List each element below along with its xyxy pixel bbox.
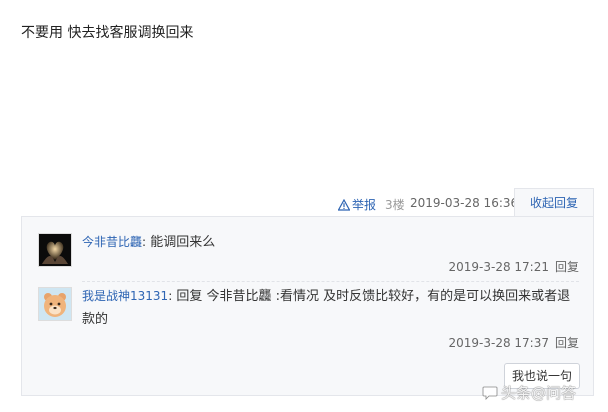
reply-username[interactable]: 今非昔比龘 [82, 235, 142, 249]
reply-username[interactable]: 我是战神13131 [82, 289, 168, 303]
post-time: 2019-03-28 16:36 [410, 196, 519, 210]
collapse-reply-button[interactable]: 收起回复 [514, 188, 594, 216]
reply-divider [82, 281, 579, 282]
reply-time: 2019-3-28 17:37 [448, 336, 549, 350]
reply-time: 2019-3-28 17:21 [448, 260, 549, 274]
post-content: 不要用 快去找客服调换回来 [21, 25, 194, 41]
report-label: 举报 [352, 198, 377, 212]
reply-panel: 今非昔比龘: 能调回来么 2019-3-28 17:21 回复 我是战神13131… [21, 216, 594, 396]
reply-item: 我是战神13131: 回复 今非昔比龘 :看情况 及时反馈比较好，有的是可以换回… [82, 285, 582, 331]
reply-meta: 2019-3-28 17:21 回复 [448, 258, 579, 275]
reply-word: 回复 [172, 289, 207, 304]
reply-meta: 2019-3-28 17:37 回复 [448, 334, 579, 351]
reply-to-username[interactable]: 今非昔比龘 [207, 289, 272, 304]
warning-icon [338, 199, 350, 211]
avatar[interactable] [38, 287, 72, 321]
reply-button[interactable]: 回复 [555, 336, 579, 350]
cartoon-bear-avatar-image [39, 288, 71, 320]
post-meta-bar: 举报 3楼 2019-03-28 16:36 收起回复 [0, 188, 608, 216]
reply-item: 今非昔比龘: 能调回来么 [82, 231, 562, 254]
watermark-text: 头条@问答 [501, 384, 577, 402]
reply-button[interactable]: 回复 [555, 260, 579, 274]
watermark: 头条@问答 [482, 382, 576, 403]
floor-number: 3楼 [385, 198, 405, 212]
reply-content: 能调回来么 [146, 235, 216, 250]
report-link[interactable]: 举报 [338, 196, 376, 213]
chat-bubble-icon [482, 386, 498, 400]
heart-hands-avatar-image [39, 234, 71, 266]
avatar[interactable] [38, 233, 72, 267]
